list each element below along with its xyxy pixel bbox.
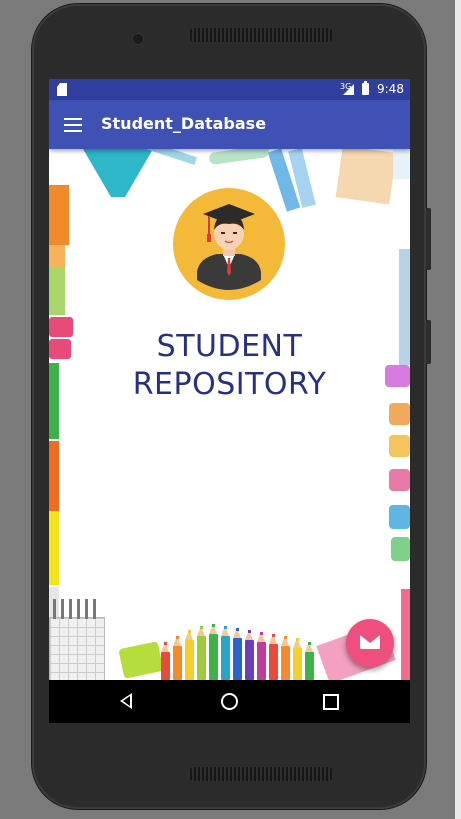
mail-fab-button[interactable] — [346, 619, 394, 667]
sd-card-icon — [57, 83, 67, 96]
recents-square-icon[interactable] — [323, 694, 339, 710]
back-triangle-icon[interactable] — [120, 693, 132, 709]
graduate-student-icon — [173, 188, 285, 300]
hamburger-menu-icon[interactable] — [64, 118, 82, 132]
app-bar: Student_Database — [49, 100, 410, 149]
status-time: 9:48 — [377, 82, 404, 96]
device-screen: 3G 9:48 Student_Database STUDENT REPOSIT… — [49, 79, 410, 723]
status-bar: 3G 9:48 — [49, 79, 410, 100]
battery-icon — [362, 81, 369, 95]
top-speaker — [188, 28, 334, 42]
front-camera — [133, 34, 143, 44]
power-button — [426, 320, 431, 364]
app-title: Student_Database — [101, 114, 267, 133]
window-edge — [455, 0, 461, 819]
volume-button — [426, 208, 431, 270]
home-circle-icon[interactable] — [221, 693, 238, 710]
bottom-speaker — [188, 767, 334, 781]
heading-line-repository: REPOSITORY — [132, 367, 327, 402]
signal-icon — [343, 84, 354, 95]
navigation-bar — [49, 680, 410, 723]
mail-icon — [360, 635, 380, 649]
heading-line-student: STUDENT — [156, 329, 303, 364]
main-content: STUDENT REPOSITORY — [49, 149, 410, 680]
